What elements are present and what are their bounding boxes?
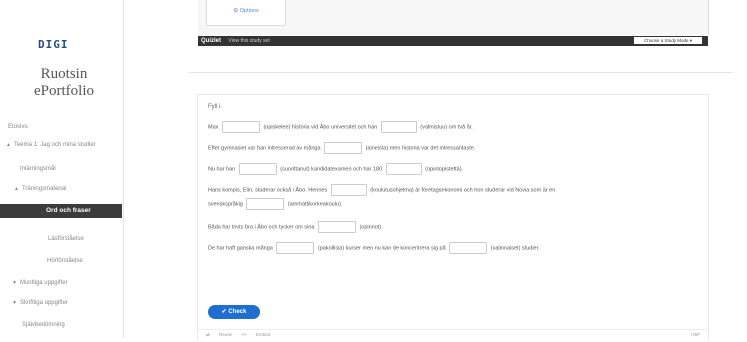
blank-input[interactable] bbox=[380, 121, 417, 133]
exercise-line: Efter gymnasiet var han intresserad av m… bbox=[208, 142, 475, 154]
sidebar: DIGI Ruotsin ePortfolio Etusivu ▲ Teema 1… bbox=[0, 0, 124, 338]
blank-input[interactable] bbox=[330, 184, 367, 196]
sidebar-item-reading[interactable]: Läsförståelse bbox=[48, 236, 84, 242]
exercise-line: De har haft ganska många (pakollisia) ku… bbox=[208, 242, 540, 254]
divider bbox=[188, 72, 733, 73]
quizlet-bar: Quizlet View this study set Choose a Stu… bbox=[198, 36, 708, 46]
reuse-link[interactable]: ⇄ Reuse bbox=[206, 332, 232, 337]
sidebar-item-label: Teema 1: Jag och mina studier bbox=[13, 142, 96, 148]
site-title[interactable]: Ruotsin ePortfolio bbox=[24, 66, 104, 100]
exercise-line: Max (opiskelee) historia vid Åbo univers… bbox=[208, 121, 473, 133]
blank-input[interactable] bbox=[238, 163, 277, 175]
sidebar-item-oral[interactable]: ▼ Muntliga uppgifter bbox=[12, 280, 68, 286]
h5p-footer: ⇄ Reuse <> Embed H5P bbox=[198, 329, 708, 342]
chevron-down-icon: ▼ bbox=[12, 280, 17, 286]
view-study-set-link[interactable]: View this study set bbox=[228, 38, 269, 44]
sidebar-item-home[interactable]: Etusivu bbox=[8, 124, 28, 130]
sidebar-item-training[interactable]: ▲ Träningsmaterial bbox=[14, 186, 66, 192]
chevron-up-icon: ▲ bbox=[6, 142, 11, 148]
blank-input[interactable] bbox=[385, 163, 422, 175]
check-button[interactable]: ✔ Check bbox=[208, 305, 260, 319]
blank-input[interactable] bbox=[317, 221, 356, 233]
sidebar-item-learning-goals[interactable]: Inlärningsmål bbox=[20, 166, 56, 172]
sidebar-item-label: Inlärningsmål bbox=[20, 166, 56, 172]
exercise-title: Fyll i. bbox=[208, 104, 222, 110]
chevron-down-icon: ▾ bbox=[689, 38, 693, 43]
sidebar-item-written[interactable]: ▼ Skriftliga uppgifter bbox=[12, 300, 68, 306]
exercise-line: Nu har han (suorittanut) kandidatexamen … bbox=[208, 163, 463, 175]
sidebar-item-label: Etusivu bbox=[8, 124, 28, 130]
exercise-panel: Fyll i. Max (opiskelee) historia vid Åbo… bbox=[197, 94, 709, 339]
sidebar-item-listening[interactable]: Hörförståelse bbox=[47, 258, 83, 264]
sidebar-item-label: Hörförståelse bbox=[47, 258, 83, 264]
sidebar-item-label: Muntliga uppgifter bbox=[19, 280, 68, 286]
exercise-line: Båda har trivts bra i Åbo och tycker om … bbox=[208, 221, 383, 233]
blank-input[interactable] bbox=[324, 142, 363, 154]
sidebar-item-label: Skriftliga uppgifter bbox=[19, 300, 68, 306]
study-mode-select[interactable]: Choose a Study Mode ▾ bbox=[634, 37, 702, 44]
sidebar-item-self-assessment[interactable]: Självbedömning bbox=[22, 322, 65, 328]
sidebar-item-label: Ord och fraser bbox=[46, 207, 91, 214]
exercise-line: svenskspråkig (ammattikorkeakoulu). bbox=[208, 198, 342, 210]
options-icon: ⚙ bbox=[233, 8, 239, 14]
embed-link[interactable]: <> Embed bbox=[241, 332, 270, 337]
exercise-line: Hans kompis, Elin, studerar också i Åbo.… bbox=[208, 184, 555, 196]
sidebar-item-label: Träningsmaterial bbox=[21, 186, 67, 192]
sidebar-item-words-phrases[interactable]: Ord och fraser bbox=[0, 204, 122, 218]
sidebar-item-label: Läsförståelse bbox=[48, 236, 84, 242]
blank-input[interactable] bbox=[246, 198, 285, 210]
chevron-up-icon: ▲ bbox=[14, 186, 19, 192]
site-logo[interactable]: DIGI bbox=[38, 38, 69, 51]
blank-input[interactable] bbox=[449, 242, 488, 254]
h5p-logo[interactable]: H5P bbox=[691, 330, 700, 340]
options-button[interactable]: ⚙ Options bbox=[206, 0, 286, 26]
chevron-down-icon: ▼ bbox=[12, 300, 17, 306]
sidebar-item-theme1[interactable]: ▲ Teema 1: Jag och mina studier bbox=[6, 142, 96, 148]
blank-input[interactable] bbox=[276, 242, 315, 254]
check-icon: ✔ bbox=[221, 309, 227, 315]
quizlet-logo[interactable]: Quizlet bbox=[201, 38, 221, 44]
sidebar-item-label: Självbedömning bbox=[22, 322, 65, 328]
blank-input[interactable] bbox=[221, 121, 260, 133]
quizlet-embed: ⚙ Options bbox=[198, 0, 709, 35]
